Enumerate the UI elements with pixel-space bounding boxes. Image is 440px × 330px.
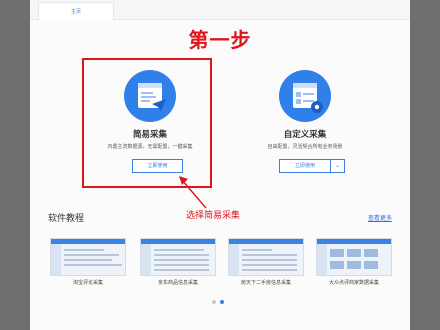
tutorial-caption: 淘宝评论采集 — [72, 280, 103, 286]
tutorials-more-link[interactable]: 查看更多 — [368, 213, 392, 222]
carousel-dots — [212, 300, 242, 306]
tutorial-item[interactable]: 京东商品信息采集 — [140, 238, 216, 294]
tutorials-title: 软件教程 — [48, 214, 85, 224]
home-page: 主页 第一步 简易采集 内置主流数据源，无需配置，一键采集 立即使用 自定义采集… — [30, 0, 410, 330]
tutorial-thumbnail — [140, 238, 216, 276]
tutorial-item[interactable]: 淘宝评论采集 — [50, 238, 126, 294]
carousel-dot[interactable] — [212, 300, 216, 304]
tutorial-caption: 大众点评商家数据采集 — [328, 280, 379, 286]
tutorial-thumbnail — [228, 238, 304, 276]
tutorial-list: 淘宝评论采集 京东商品信息采集 房天下二手房信息采集 大众点评商家数据采集 — [50, 238, 400, 298]
tutorial-item[interactable]: 大众点评商家数据采集 — [316, 238, 392, 294]
tutorial-item[interactable]: 房天下二手房信息采集 — [228, 238, 304, 294]
tutorial-thumbnail — [316, 238, 392, 276]
carousel-dot[interactable] — [220, 300, 224, 304]
tutorial-caption: 房天下二手房信息采集 — [240, 280, 291, 286]
tutorial-caption: 京东商品信息采集 — [157, 280, 198, 286]
tutorial-thumbnail — [50, 238, 126, 276]
annotation-text: 选择简易采集 — [186, 211, 241, 221]
